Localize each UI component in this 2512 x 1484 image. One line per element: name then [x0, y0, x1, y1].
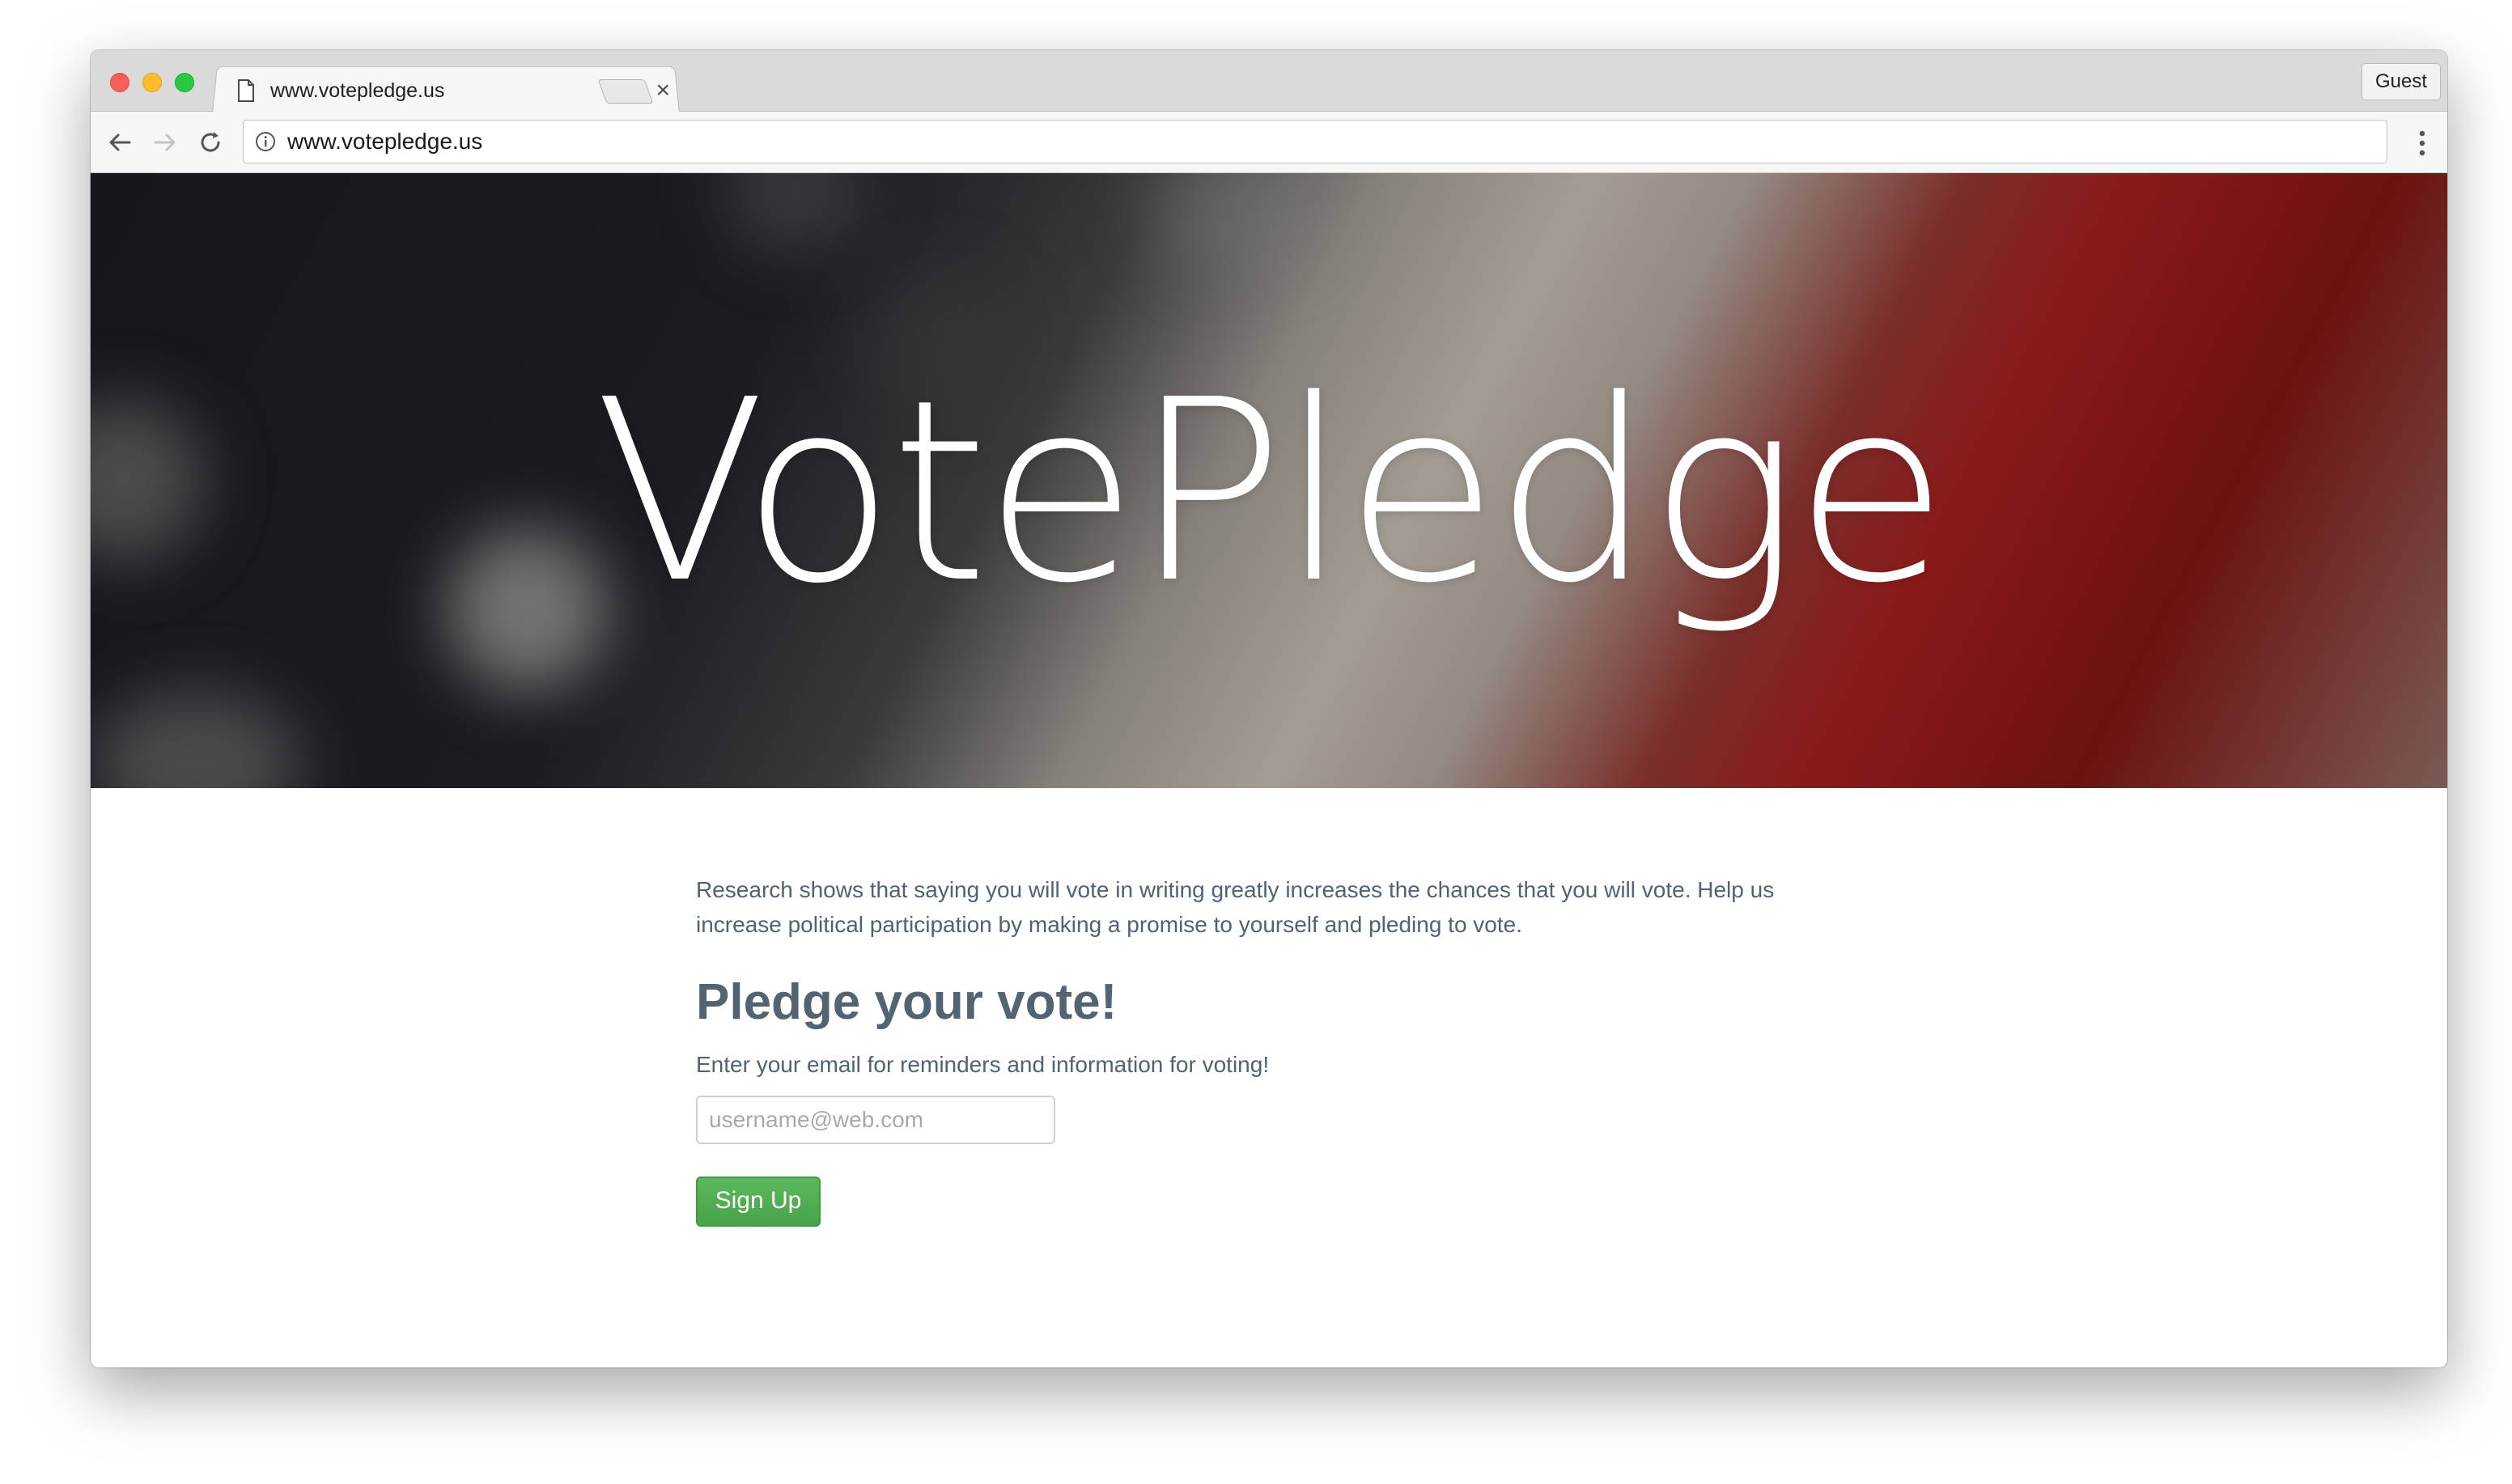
guest-profile-button[interactable]: Guest: [2361, 63, 2441, 100]
maximize-window-button[interactable]: [175, 73, 194, 92]
hero-banner: VotePledge: [91, 173, 2447, 788]
minimize-window-button[interactable]: [142, 73, 162, 92]
browser-tab-bar: www.votepledge.us × Guest: [91, 50, 2447, 113]
address-bar[interactable]: www.votepledge.us: [243, 120, 2387, 163]
blurred-star: [722, 173, 868, 254]
back-arrow-icon[interactable]: [105, 128, 134, 157]
new-tab-button[interactable]: [597, 79, 654, 104]
sign-up-button[interactable]: Sign Up: [696, 1177, 821, 1227]
document-icon: [238, 79, 254, 102]
blurred-star: [1143, 173, 1321, 270]
email-input[interactable]: [696, 1096, 1055, 1145]
info-icon[interactable]: [255, 131, 276, 152]
browser-toolbar: www.votepledge.us: [91, 112, 2447, 173]
menu-dots-icon[interactable]: [2418, 129, 2426, 157]
url-text[interactable]: www.votepledge.us: [287, 129, 482, 155]
forward-arrow-icon[interactable]: [151, 128, 180, 157]
site-title: VotePledge: [594, 346, 1948, 638]
pledge-heading: Pledge your vote!: [696, 974, 1118, 1030]
close-window-button[interactable]: [110, 73, 129, 92]
browser-window: www.votepledge.us × Guest www.votepledge…: [91, 50, 2447, 1367]
close-tab-icon[interactable]: ×: [656, 78, 670, 103]
email-instructions: Enter your email for reminders and infor…: [696, 1052, 1270, 1078]
reload-icon[interactable]: [196, 128, 225, 157]
intro-paragraph: Research shows that saying you will vote…: [696, 877, 1775, 937]
main-content: Research shows that saying you will vote…: [696, 872, 1845, 1227]
blurred-star: [91, 691, 301, 788]
